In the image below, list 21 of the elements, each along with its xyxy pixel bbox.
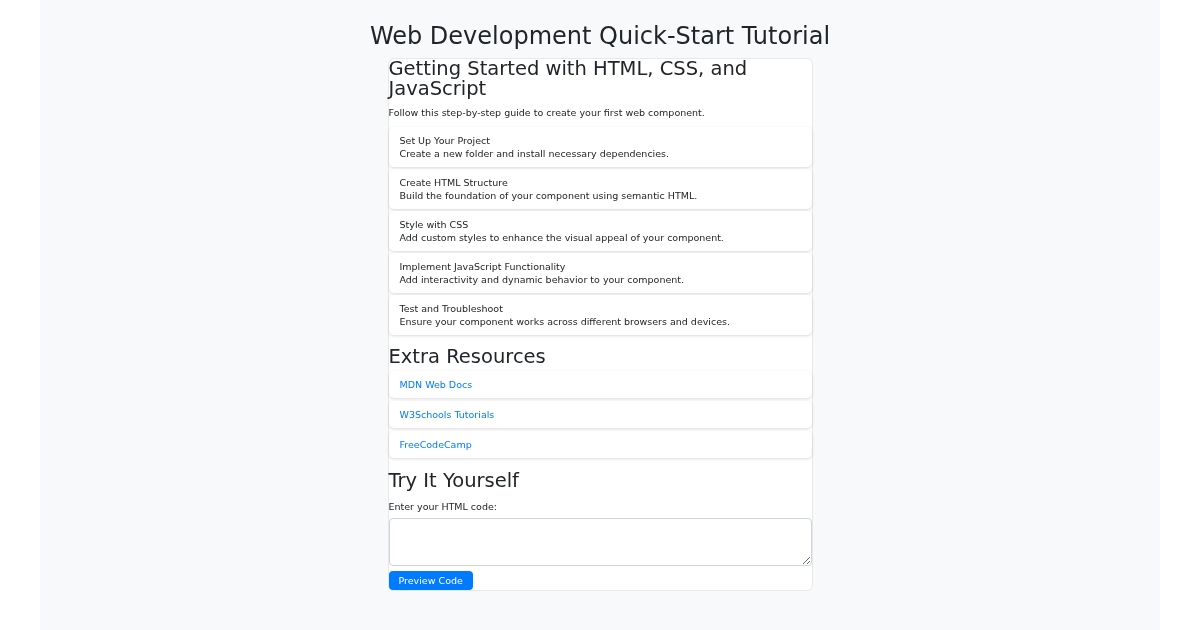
try-heading: Try It Yourself <box>388 471 521 491</box>
resource-link[interactable]: FreeCodeCamp <box>399 439 472 450</box>
resources-heading: Extra Resources <box>388 347 547 367</box>
step-title: Set Up Your Project <box>399 134 491 147</box>
step-text: Ensure your component works across different browsers and devices. <box>399 315 732 328</box>
step-text: Add interactivity and dynamic behavior to your component. <box>399 273 686 286</box>
guide-heading: Getting Started with HTML, CSS, and JavaScript <box>388 59 749 99</box>
page-title: Web Development Quick-Start Tutorial <box>369 22 831 50</box>
step-title: Style with CSS <box>399 218 470 231</box>
step-text: Build the foundation of your component using semantic HTML. <box>399 189 699 202</box>
resource-link[interactable]: W3Schools Tutorials <box>399 409 495 420</box>
preview-button[interactable]: Preview Code <box>388 571 473 590</box>
guide-description: Follow this step-by-step guide to create your first web component. <box>388 107 706 118</box>
step-title: Create HTML Structure <box>399 176 509 189</box>
step-title: Implement JavaScript Functionality <box>399 260 567 273</box>
step-text: Add custom styles to enhance the visual appeal of your component. <box>399 231 725 244</box>
code-label: Enter your HTML code: <box>388 501 498 512</box>
step-text: Create a new folder and install necessary dependencies. <box>399 147 671 160</box>
code-input-field[interactable] <box>388 518 812 566</box>
step-title: Test and Troubleshoot <box>399 302 504 315</box>
resource-link[interactable]: MDN Web Docs <box>399 379 473 390</box>
